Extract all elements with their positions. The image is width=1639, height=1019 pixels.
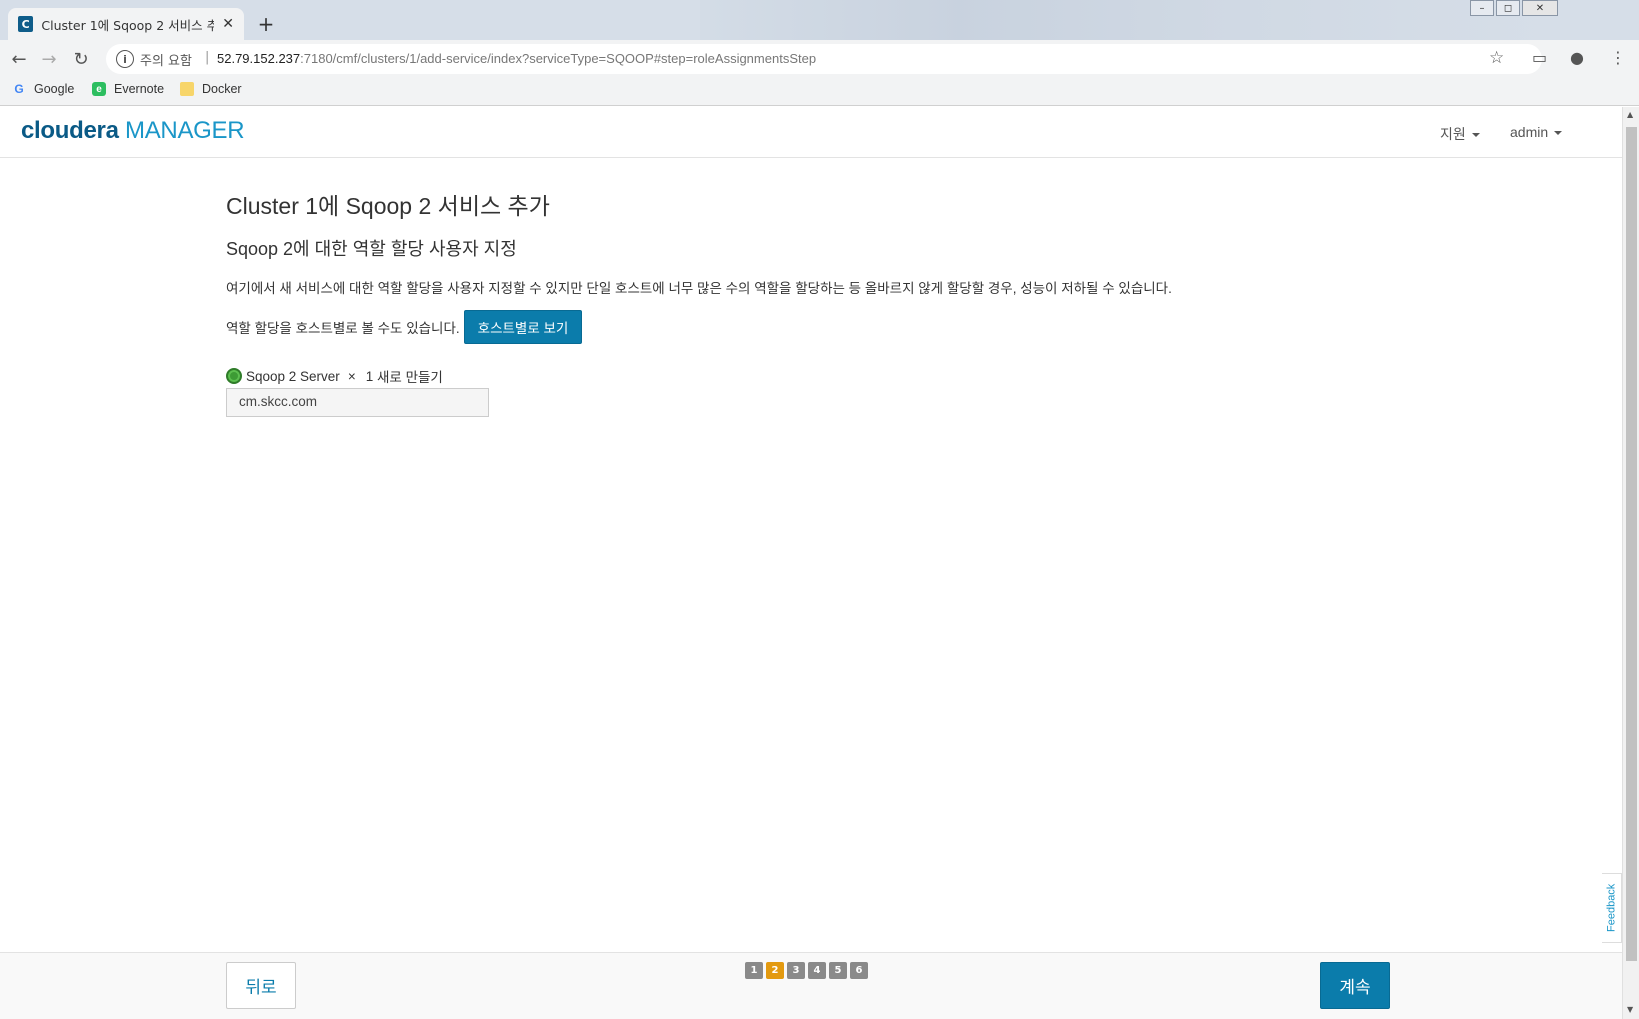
host-view-text: 역할 할당을 호스트별로 볼 수도 있습니다. bbox=[226, 321, 460, 336]
close-window-icon[interactable]: ✕ bbox=[1522, 0, 1558, 16]
browser-menu-icon[interactable]: ⋮ bbox=[1610, 48, 1626, 67]
role-name: Sqoop 2 Server bbox=[246, 368, 340, 384]
url-text[interactable]: 52.79.152.237:7180/cmf/clusters/1/add-se… bbox=[217, 51, 816, 66]
address-separator: | bbox=[205, 50, 210, 65]
folder-icon bbox=[180, 82, 194, 96]
view-by-host-button[interactable]: 호스트별로 보기 bbox=[463, 310, 583, 344]
browser-tab-strip: C Cluster 1에 Sqoop 2 서비스 추가 ✕ + – ◻ ✕ bbox=[0, 0, 1639, 40]
bookmark-google[interactable]: G Google bbox=[12, 82, 74, 96]
continue-button[interactable]: 계속 bbox=[1320, 962, 1390, 1009]
bookmark-label: Evernote bbox=[114, 82, 165, 96]
scroll-up-icon[interactable]: ▲ bbox=[1627, 110, 1633, 119]
host-selector[interactable]: cm.skcc.com bbox=[226, 388, 489, 417]
logo-product: MANAGER bbox=[125, 117, 245, 144]
support-menu-label: 지원 bbox=[1440, 126, 1466, 142]
user-menu-label: admin bbox=[1510, 124, 1549, 140]
support-menu[interactable]: 지원 bbox=[1440, 124, 1480, 144]
tab-close-icon[interactable]: ✕ bbox=[222, 16, 234, 32]
bookmark-docker[interactable]: Docker bbox=[180, 82, 242, 96]
logo-brand: cloudera bbox=[21, 117, 119, 144]
tab-title: Cluster 1에 Sqoop 2 서비스 추가 bbox=[41, 17, 215, 33]
step-3[interactable]: 3 bbox=[787, 962, 805, 979]
minimize-window-icon[interactable]: – bbox=[1470, 0, 1494, 16]
bookmark-star-icon[interactable]: ☆ bbox=[1489, 48, 1504, 68]
chevron-down-icon bbox=[1471, 133, 1480, 138]
wizard-content: Cluster 1에 Sqoop 2 서비스 추가 Sqoop 2에 대한 역할… bbox=[226, 187, 1326, 417]
cast-icon[interactable]: ▭ bbox=[1532, 48, 1547, 67]
evernote-icon: e bbox=[92, 82, 106, 96]
step-6[interactable]: 6 bbox=[850, 962, 868, 979]
host-view-row: 역할 할당을 호스트별로 볼 수도 있습니다. 호스트별로 보기 bbox=[226, 310, 1326, 344]
page-subtitle: Sqoop 2에 대한 역할 할당 사용자 지정 bbox=[226, 239, 517, 259]
role-new-label: 새로 만들기 bbox=[376, 370, 443, 385]
new-tab-button[interactable]: + bbox=[252, 10, 280, 38]
bookmark-label: Docker bbox=[202, 82, 242, 96]
browser-tab-active[interactable]: C Cluster 1에 Sqoop 2 서비스 추가 ✕ bbox=[8, 8, 244, 40]
cloudera-favicon-icon: C bbox=[18, 16, 34, 32]
times-icon: × bbox=[347, 368, 356, 384]
security-warning[interactable]: 주의 요함 bbox=[140, 50, 192, 69]
back-button[interactable]: 뒤로 bbox=[226, 962, 296, 1009]
role-count: 1 bbox=[365, 368, 374, 384]
window-title-area bbox=[700, 0, 1560, 40]
step-5[interactable]: 5 bbox=[829, 962, 847, 979]
cloudera-manager-logo[interactable]: cloudera MANAGER bbox=[21, 117, 245, 145]
bookmark-label: Google bbox=[34, 82, 75, 96]
step-1[interactable]: 1 bbox=[745, 962, 763, 979]
role-assignment: Sqoop 2 Server × 1 새로 만들기 bbox=[226, 366, 1326, 386]
status-good-icon bbox=[226, 368, 242, 384]
profile-icon[interactable]: ● bbox=[1570, 48, 1584, 67]
step-indicator: 1 2 3 4 5 6 bbox=[745, 962, 871, 979]
description: 여기에서 새 서비스에 대한 역할 할당을 사용자 지정할 수 있지만 단일 호… bbox=[226, 281, 1172, 296]
step-4[interactable]: 4 bbox=[808, 962, 826, 979]
forward-arrow-icon[interactable]: → bbox=[38, 48, 60, 70]
back-arrow-icon[interactable]: ← bbox=[8, 48, 30, 70]
step-2[interactable]: 2 bbox=[766, 962, 784, 979]
bookmark-evernote[interactable]: e Evernote bbox=[92, 82, 164, 96]
page-scrollbar[interactable]: ▲ ▼ bbox=[1622, 107, 1639, 1019]
page-title: Cluster 1에 Sqoop 2 서비스 추가 bbox=[226, 193, 550, 219]
scroll-thumb[interactable] bbox=[1626, 127, 1637, 961]
url-host: 52.79.152.237 bbox=[217, 51, 301, 66]
maximize-window-icon[interactable]: ◻ bbox=[1496, 0, 1520, 16]
page: cloudera MANAGER 지원 admin Cluster 1에 Sqo… bbox=[0, 107, 1622, 1019]
reload-icon[interactable]: ↻ bbox=[70, 48, 92, 70]
bookmarks-bar bbox=[0, 78, 1639, 106]
user-menu[interactable]: admin bbox=[1510, 124, 1563, 140]
chevron-down-icon bbox=[1554, 131, 1563, 136]
feedback-tab[interactable]: Feedback bbox=[1602, 873, 1622, 943]
wizard-footer: 뒤로 1 2 3 4 5 6 계속 bbox=[0, 952, 1622, 1019]
app-header: cloudera MANAGER 지원 admin bbox=[0, 107, 1622, 158]
url-path: :7180/cmf/clusters/1/add-service/index?s… bbox=[300, 51, 817, 66]
info-icon[interactable]: i bbox=[116, 50, 134, 68]
scroll-down-icon[interactable]: ▼ bbox=[1627, 1005, 1633, 1014]
google-icon: G bbox=[14, 82, 24, 96]
